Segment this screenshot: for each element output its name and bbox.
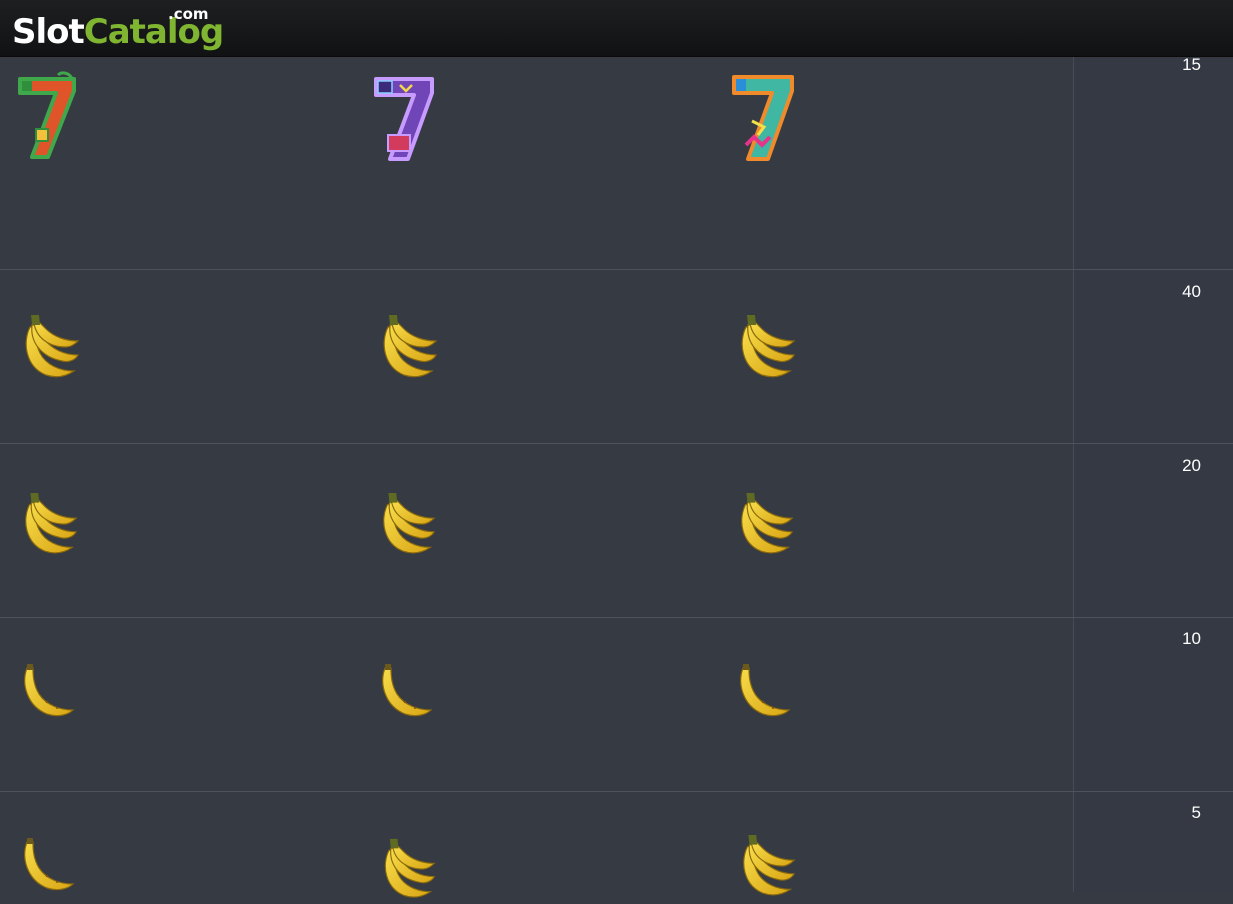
banana-bunch-icon xyxy=(12,312,82,384)
seven-purple-icon xyxy=(372,71,438,163)
seven-orange-icon xyxy=(730,71,796,163)
banana-icon xyxy=(732,662,794,722)
payout-cell: 15 xyxy=(1073,55,1233,269)
paytable: 15 40 20 10 5 xyxy=(0,55,1233,898)
paytable-row: 40 xyxy=(0,270,1233,444)
banana-bunch-icon xyxy=(372,836,438,904)
paytable-row: 20 xyxy=(0,444,1233,618)
payout-cell: 10 xyxy=(1073,618,1233,791)
payout-cell: 5 xyxy=(1073,792,1233,892)
payout-value: 40 xyxy=(1182,282,1201,301)
payout-value: 10 xyxy=(1182,629,1201,648)
banana-bunch-icon xyxy=(728,490,796,560)
payout-value: 5 xyxy=(1191,803,1201,822)
seven-green-icon xyxy=(14,71,80,161)
logo-slot-text: Slot xyxy=(12,12,85,52)
banana-bunch-icon xyxy=(728,312,798,384)
banana-icon xyxy=(16,662,78,722)
payout-cell: 40 xyxy=(1073,270,1233,443)
paytable-row: 5 xyxy=(0,792,1233,898)
paytable-row: 15 xyxy=(0,55,1233,270)
payout-value: 15 xyxy=(1182,55,1201,74)
banana-icon xyxy=(374,662,436,722)
payout-value: 20 xyxy=(1182,456,1201,475)
payout-cell: 20 xyxy=(1073,444,1233,617)
site-header: SlotCatalog .com xyxy=(0,0,1233,57)
banana-bunch-icon xyxy=(370,490,438,560)
banana-bunch-icon xyxy=(12,490,80,560)
slotcatalog-logo[interactable]: SlotCatalog .com xyxy=(12,5,224,54)
banana-icon xyxy=(16,836,78,896)
banana-bunch-icon xyxy=(730,832,798,902)
banana-bunch-icon xyxy=(370,312,440,384)
paytable-row: 10 xyxy=(0,618,1233,792)
logo-dotcom-text: .com xyxy=(168,5,209,23)
